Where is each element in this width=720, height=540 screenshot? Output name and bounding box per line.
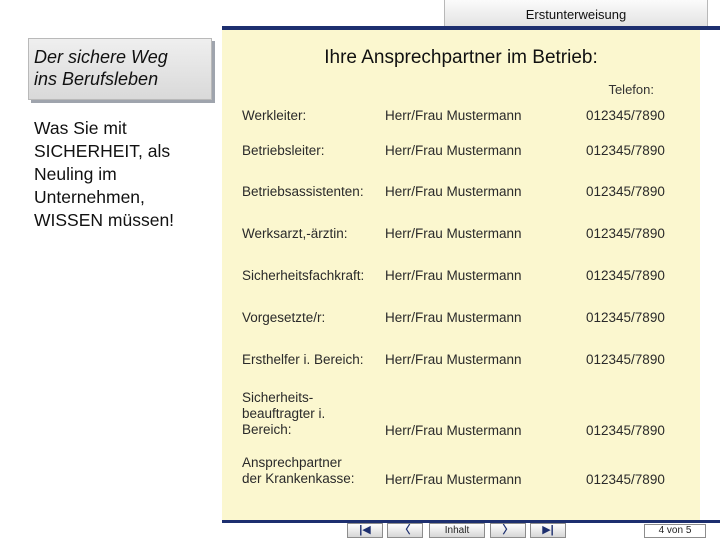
contact-phone: 012345/7890 bbox=[586, 108, 665, 123]
role-line: der Krankenkasse: bbox=[242, 471, 355, 486]
contact-role: Sicherheits- beauftragter i. Bereich: bbox=[242, 390, 382, 438]
role-line: Ansprechpartner bbox=[242, 455, 342, 470]
contact-role: Werksarzt,-ärztin: bbox=[242, 226, 382, 242]
previous-page-icon: 〈 bbox=[399, 524, 411, 536]
contact-name: Herr/Frau Mustermann bbox=[385, 352, 522, 367]
contact-name: Herr/Frau Mustermann bbox=[385, 184, 522, 199]
slide-subtitle-box: Der sichere Weg ins Berufsleben bbox=[28, 38, 212, 100]
role-line: Sicherheitsfachkraft: bbox=[242, 268, 365, 283]
contact-role: Ersthelfer i. Bereich: bbox=[242, 352, 382, 368]
contact-name: Herr/Frau Mustermann bbox=[385, 108, 522, 123]
subtitle-line: ins Berufsleben bbox=[34, 69, 159, 89]
phone-column-header: Telefon: bbox=[608, 82, 654, 97]
index-button[interactable]: Inhalt bbox=[429, 523, 485, 538]
last-page-button[interactable]: ▶| bbox=[530, 523, 566, 538]
intro-text: Was Sie mit SICHERHEIT, als Neuling im U… bbox=[34, 117, 209, 232]
role-line: Sicherheits- bbox=[242, 390, 314, 405]
last-page-icon: ▶| bbox=[542, 524, 554, 536]
contact-role: Betriebsleiter: bbox=[242, 143, 382, 159]
intro-line: SICHERHEIT, als bbox=[34, 141, 171, 161]
previous-page-button[interactable]: 〈 bbox=[387, 523, 423, 538]
section-tab: Erstunterweisung bbox=[444, 0, 708, 26]
page-indicator: 4 von 5 bbox=[644, 524, 706, 538]
first-page-button[interactable]: |◀ bbox=[347, 523, 383, 538]
first-page-icon: |◀ bbox=[359, 524, 371, 536]
role-line: Werkleiter: bbox=[242, 108, 307, 123]
navigation-bar: |◀ 〈 Inhalt 〉 ▶| 4 von 5 bbox=[0, 520, 720, 540]
contact-phone: 012345/7890 bbox=[586, 226, 665, 241]
contact-phone: 012345/7890 bbox=[586, 268, 665, 283]
role-line: Bereich: bbox=[242, 422, 292, 437]
contact-phone: 012345/7890 bbox=[586, 310, 665, 325]
contact-role: Ansprechpartner der Krankenkasse: bbox=[242, 455, 382, 487]
intro-line: WISSEN müssen! bbox=[34, 210, 175, 230]
contact-phone: 012345/7890 bbox=[586, 423, 665, 438]
subtitle-line: Der sichere Weg bbox=[34, 47, 168, 67]
intro-line: Neuling im bbox=[34, 164, 117, 184]
contact-name: Herr/Frau Mustermann bbox=[385, 310, 522, 325]
role-line: Ersthelfer i. Bereich: bbox=[242, 352, 364, 367]
contact-name: Herr/Frau Mustermann bbox=[385, 226, 522, 241]
next-page-button[interactable]: 〉 bbox=[490, 523, 526, 538]
role-line: Betriebsassistenten: bbox=[242, 184, 364, 199]
top-header: Erstunterweisung bbox=[0, 0, 720, 30]
contact-phone: 012345/7890 bbox=[586, 472, 665, 487]
contact-role: Vorgesetzte/r: bbox=[242, 310, 382, 326]
role-line: Betriebsleiter: bbox=[242, 143, 325, 158]
contact-name: Herr/Frau Mustermann bbox=[385, 143, 522, 158]
role-line: Vorgesetzte/r: bbox=[242, 310, 326, 325]
contact-phone: 012345/7890 bbox=[586, 184, 665, 199]
contact-name: Herr/Frau Mustermann bbox=[385, 268, 522, 283]
page-title: Ihre Ansprechpartner im Betrieb: bbox=[324, 47, 598, 68]
contact-role: Werkleiter: bbox=[242, 108, 382, 124]
contact-name: Herr/Frau Mustermann bbox=[385, 423, 522, 438]
role-line: beauftragter i. bbox=[242, 406, 326, 421]
contacts-panel: Ihre Ansprechpartner im Betrieb: Telefon… bbox=[222, 30, 700, 522]
next-page-icon: 〉 bbox=[502, 524, 514, 536]
intro-line: Unternehmen, bbox=[34, 187, 145, 207]
contact-role: Sicherheitsfachkraft: bbox=[242, 268, 382, 284]
contact-name: Herr/Frau Mustermann bbox=[385, 472, 522, 487]
contact-phone: 012345/7890 bbox=[586, 143, 665, 158]
index-label: Inhalt bbox=[444, 525, 470, 536]
contact-role: Betriebsassistenten: bbox=[242, 184, 382, 200]
contact-phone: 012345/7890 bbox=[586, 352, 665, 367]
role-line: Werksarzt,-ärztin: bbox=[242, 226, 348, 241]
intro-line: Was Sie mit bbox=[34, 118, 127, 138]
